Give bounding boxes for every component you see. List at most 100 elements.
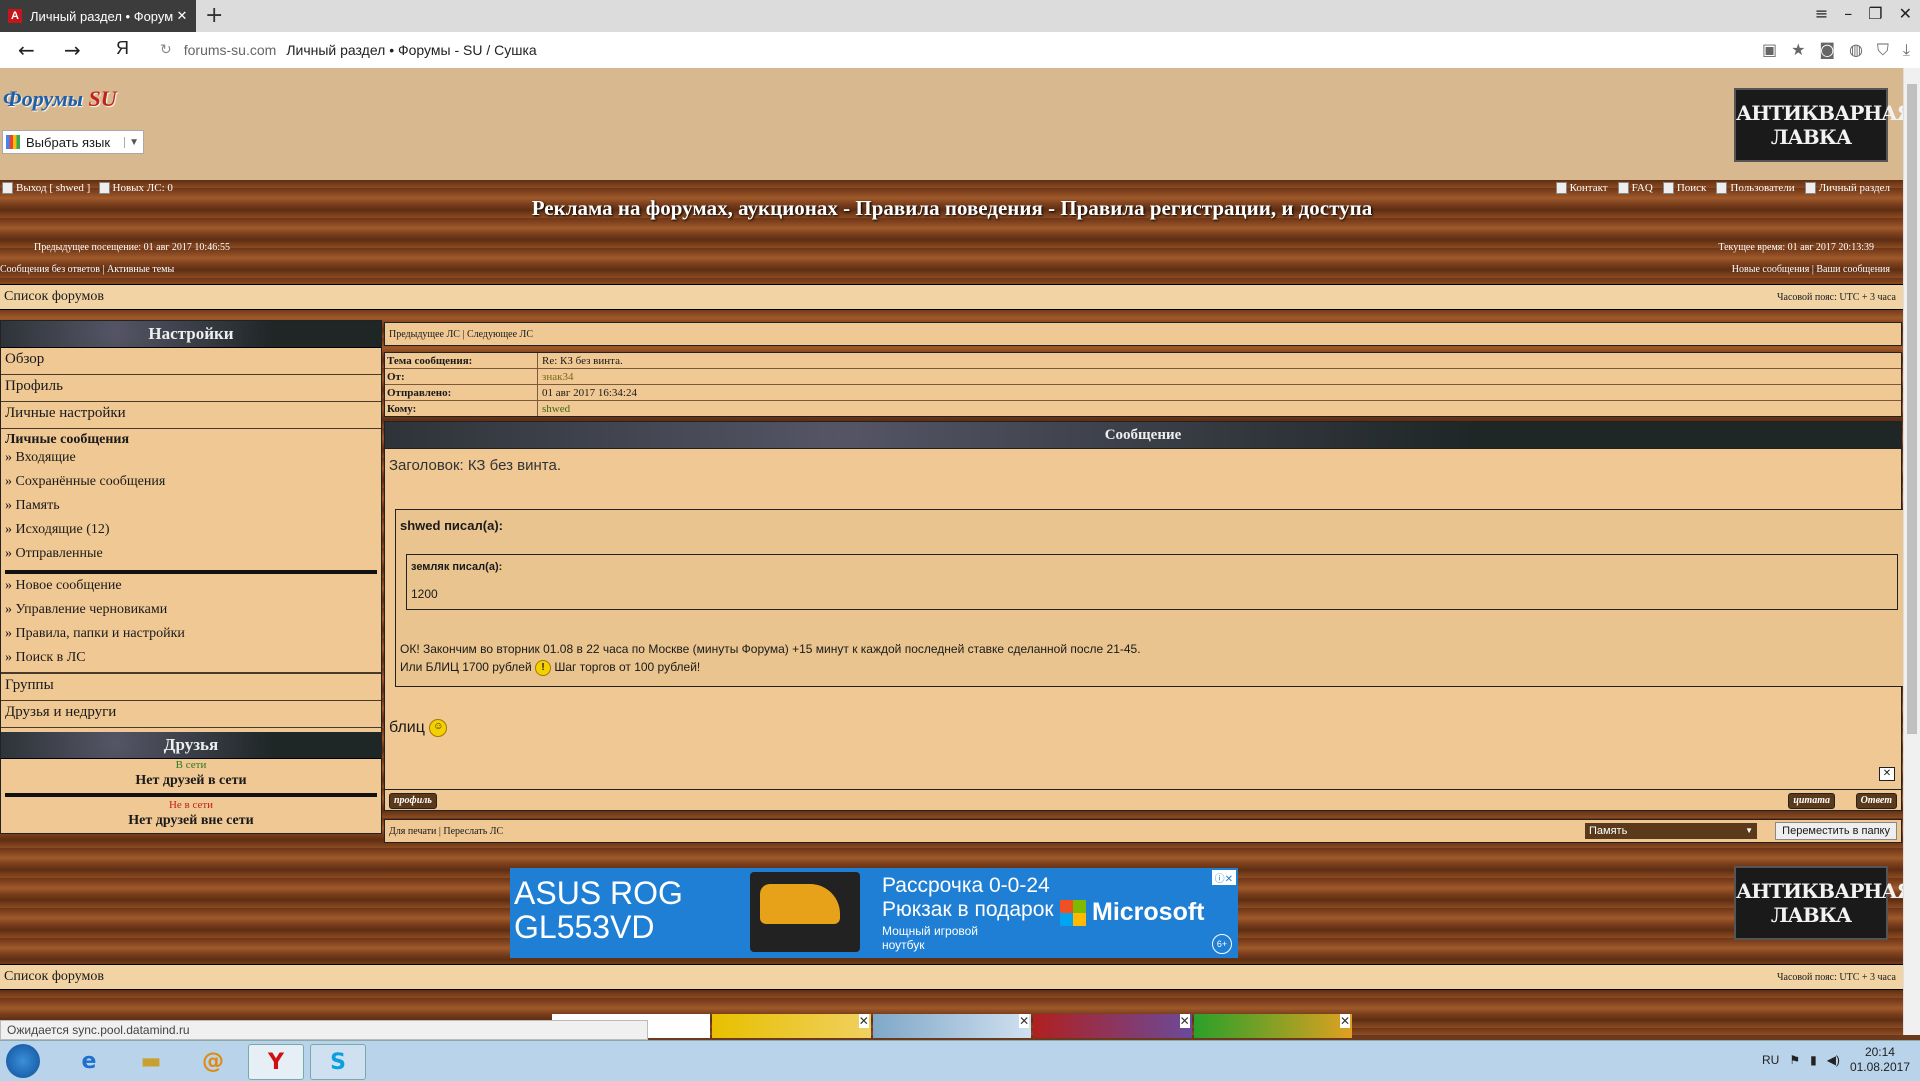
address-bar-actions: ▣ ★ ◙ ◍ ⛉ ⤓ [1762,40,1910,60]
flag-icon[interactable]: ⚑ [1789,1053,1800,1067]
site-title[interactable]: Реклама на форумах, аукционах - Правила … [0,196,1904,221]
pm-drafts[interactable]: » Управление черновиками [1,600,381,624]
download-icon[interactable]: ⤓ [1903,40,1910,60]
ad-offer: Рассрочка 0-0-24 Рюкзак в подарок [882,874,1054,922]
microsoft-brand: Microsoft [1060,898,1205,927]
sidebar-item-groups[interactable]: Группы [1,673,381,701]
yandex-browser-taskbar-icon[interactable]: Y [248,1044,304,1080]
new-tab-button[interactable]: + [205,3,223,28]
menu-icon[interactable]: ≡ [1815,4,1828,23]
sidebar-item-profile[interactable]: Профиль [1,375,381,402]
antique-shop-banner-bottom[interactable]: АНТИКВАРНАЯ ЛАВКА [1734,866,1904,940]
meta-to-user-link[interactable]: shwed [538,403,570,415]
yandex-logo-icon[interactable]: Я [116,38,129,59]
clock[interactable]: 20:14 01.08.2017 [1850,1045,1910,1075]
pm-inbox[interactable]: » Входящие [1,448,381,472]
yandex-browser-icon: A [8,9,22,23]
members-link[interactable]: Пользователи [1716,182,1795,195]
pm-saved[interactable]: » Сохранённые сообщения [1,472,381,496]
lock-icon[interactable]: ▣ [1762,40,1777,60]
ad-small-text: Мощный игровой ноутбук [882,924,978,952]
site-logo[interactable]: Форумы SU [3,86,117,112]
pm-search[interactable]: » Поиск в ЛС [1,648,381,673]
new-pm-link[interactable]: Новых ЛС: 0 [98,182,173,195]
close-icon[interactable]: ✕ [1339,1014,1351,1028]
sync-icon[interactable]: ◍ [1849,40,1863,60]
network-icon[interactable]: ▮ [1810,1053,1817,1067]
breadcrumb-bottom: Список форумов Часовой пояс: UTC + 3 час… [0,964,1904,990]
pm-options[interactable]: » Правила, папки и настройки [1,624,381,648]
sidebar-item-overview[interactable]: Обзор [1,348,381,375]
delete-message-icon[interactable]: ✕ [1879,767,1895,781]
print-forward-links[interactable]: Для печати | Переслать ЛС [389,826,503,837]
restore-icon[interactable]: ❐ [1868,4,1882,23]
quote-button[interactable]: цитата [1788,793,1835,809]
scrollbar-thumb[interactable] [1907,84,1917,734]
ad-close-icon[interactable]: ⓘ✕ [1211,870,1236,885]
meta-label: Отправлено: [385,385,538,400]
ad-slot[interactable]: ✕ [872,1014,1032,1038]
message-line-2a: Или БЛИЦ 1700 рублей [400,660,532,675]
user-links: Выход [ shwed ] Новых ЛС: 0 [2,182,173,195]
friends-title: Друзья [1,732,381,759]
logout-link[interactable]: Выход [ shwed ] [2,182,90,195]
banner-line1: АНТИКВАРНАЯ [1736,879,1904,903]
search-link[interactable]: Поиск [1662,182,1706,195]
reload-icon[interactable]: ↻ [160,42,172,58]
meta-label: Тема сообщения: [385,353,538,368]
file-explorer-icon[interactable]: ▬ [124,1044,178,1078]
car-image [760,884,840,924]
page-scrollbar[interactable] [1903,68,1920,1035]
internet-explorer-icon[interactable]: e [62,1044,116,1078]
bookmark-star-icon[interactable]: ★ [1791,40,1805,60]
asus-advertisement[interactable]: ASUS ROG GL553VD Рассрочка 0-0-24 Рюкзак… [510,868,1238,958]
sidebar-item-prefs[interactable]: Личные настройки [1,402,381,429]
faq-link[interactable]: FAQ [1617,182,1653,195]
volume-icon[interactable]: ◀) [1827,1053,1840,1067]
forum-index-link[interactable]: Список форумов [4,969,104,985]
mail-agent-icon[interactable]: @ [186,1044,240,1078]
new-your-posts-links[interactable]: Новые сообщения | Ваши сообщения [1732,264,1890,275]
forward-icon[interactable]: → [64,38,81,62]
antique-shop-banner[interactable]: АНТИКВАРНАЯ ЛАВКА [1734,88,1904,162]
start-button[interactable] [6,1044,40,1078]
pm-outbox[interactable]: » Исходящие (12) [1,520,381,544]
profile-button[interactable]: профиль [389,793,437,809]
message-buttons: профиль цитата Ответ [384,790,1902,811]
skype-icon[interactable]: S [310,1044,366,1080]
forum-index-link[interactable]: Список форумов [4,289,104,305]
pm-sent[interactable]: » Отправленные [1,544,381,568]
ad-slot[interactable]: ✕ [1193,1014,1353,1038]
close-tab-icon[interactable]: ✕ [174,8,190,24]
url-field[interactable]: ↻ forums-su.com Личный раздел • Форумы -… [160,38,1740,62]
browser-status-bar: Ожидается sync.pool.datamind.ru [0,1020,648,1040]
unanswered-active-links[interactable]: Сообщения без ответов | Активные темы [0,264,174,275]
ad-slot[interactable]: ✕ [712,1014,871,1038]
pm-section-title[interactable]: Личные сообщения [1,429,381,448]
pm-nav-links[interactable]: Предыдущее ЛС | Следующее ЛС [384,322,1902,346]
browser-tab[interactable]: A Личный раздел • Форумы ✕ [0,0,196,32]
pm-memory[interactable]: » Память [1,496,381,520]
close-icon[interactable]: ✕ [858,1014,869,1028]
language-indicator[interactable]: RU [1762,1053,1779,1067]
reply-button[interactable]: Ответ [1855,793,1897,809]
meta-row-subject: Тема сообщения: Re: КЗ без винта. [385,353,1901,369]
meta-row-from: От: знак34 [385,369,1901,385]
back-icon[interactable]: ← [18,38,35,62]
shield-icon[interactable]: ⛉ [1877,40,1889,60]
contact-link[interactable]: Контакт [1555,182,1608,195]
minimize-icon[interactable]: – [1844,4,1852,23]
close-window-icon[interactable]: ✕ [1899,4,1912,23]
extension-icon[interactable]: ◙ [1819,40,1835,60]
meta-from-user-link[interactable]: знак34 [538,371,573,383]
move-to-folder-button[interactable]: Переместить в папку [1775,822,1897,840]
language-select[interactable]: Выбрать язык ▼ [2,130,144,154]
pm-compose[interactable]: » Новое сообщение [1,576,381,600]
folder-select[interactable]: Память ▼ [1585,823,1757,839]
ucp-link[interactable]: Личный раздел [1804,182,1890,195]
sidebar-item-friends-foes[interactable]: Друзья и недруги [1,701,381,728]
smiley-icon: ☺ [429,719,448,737]
close-icon[interactable]: ✕ [1019,1014,1030,1028]
ad-slot[interactable]: ✕ [1033,1014,1192,1038]
close-icon[interactable]: ✕ [1179,1014,1190,1028]
